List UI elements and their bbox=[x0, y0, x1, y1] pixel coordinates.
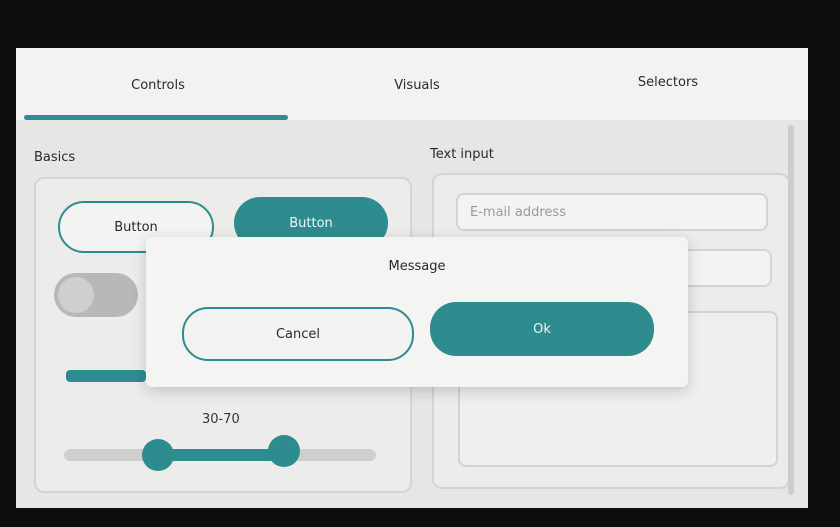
toggle-switch-knob bbox=[58, 277, 94, 313]
email-input[interactable]: E-mail address bbox=[456, 193, 768, 231]
range-value-label: 30-70 bbox=[202, 412, 240, 427]
tab-bar: Controls Visuals Selectors bbox=[16, 48, 808, 120]
text-input-title: Text input bbox=[430, 147, 494, 162]
tab-selectors[interactable]: Selectors bbox=[638, 75, 698, 90]
cancel-button-label: Cancel bbox=[275, 326, 321, 342]
tab-controls[interactable]: Controls bbox=[131, 78, 185, 93]
tab-visuals[interactable]: Visuals bbox=[394, 78, 440, 93]
range-slider-high-handle[interactable] bbox=[268, 435, 300, 467]
content-scrollbar[interactable] bbox=[788, 125, 794, 495]
message-dialog: Message Cancel Ok bbox=[146, 237, 688, 387]
filled-button-label: Button bbox=[289, 215, 333, 231]
cancel-button[interactable]: Cancel bbox=[182, 307, 414, 361]
device-screen: Controls Visuals Selectors Basics Text i… bbox=[16, 48, 808, 508]
range-slider-selection bbox=[158, 449, 284, 461]
outline-button-label: Button bbox=[114, 219, 158, 235]
dialog-title: Message bbox=[388, 259, 446, 274]
toggle-switch[interactable] bbox=[54, 273, 138, 317]
basics-title: Basics bbox=[34, 150, 76, 165]
email-input-placeholder: E-mail address bbox=[470, 204, 566, 220]
ok-button-label: Ok bbox=[533, 321, 551, 337]
range-slider-low-handle[interactable] bbox=[142, 439, 174, 471]
ok-button[interactable]: Ok bbox=[430, 302, 654, 356]
progress-bar-fill bbox=[66, 370, 146, 382]
